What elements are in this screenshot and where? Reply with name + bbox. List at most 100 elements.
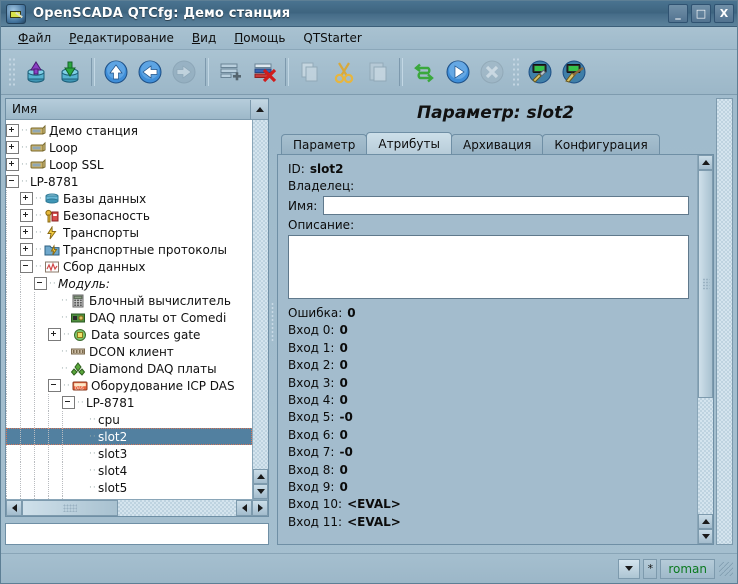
tree-collapse-icon[interactable] — [62, 396, 75, 409]
tab-parameter[interactable]: Параметр — [281, 134, 367, 154]
add-node-button[interactable] — [215, 57, 245, 87]
status-dropdown-button[interactable] — [618, 559, 640, 579]
tree-scroll-up-button[interactable] — [253, 469, 268, 484]
tree-expand-icon[interactable] — [20, 192, 33, 205]
attribute-value[interactable]: 0 — [339, 341, 347, 355]
attribute-value[interactable]: 0 — [347, 306, 355, 320]
tree-collapse-icon[interactable] — [20, 260, 33, 273]
tree-view[interactable]: ··Демо станция··Loop··Loop SSL··LP-8781·… — [6, 120, 252, 499]
menu-qtstarter[interactable]: QTStarter — [294, 29, 370, 47]
tree-expand-icon[interactable] — [6, 141, 19, 154]
tree-node[interactable]: ··Демо станция — [6, 122, 252, 139]
attribute-value[interactable]: <EVAL> — [347, 497, 401, 511]
tree-node[interactable]: ··DCON клиент — [6, 343, 252, 360]
toolbar-grip[interactable] — [8, 57, 16, 87]
tree-node[interactable]: ··Data sources gate — [6, 326, 252, 343]
copy-button[interactable] — [295, 57, 325, 87]
tab-configuration[interactable]: Конфигурация — [542, 134, 659, 154]
up-button[interactable] — [101, 57, 131, 87]
back-button[interactable] — [135, 57, 165, 87]
attribute-value[interactable]: 0 — [339, 393, 347, 407]
tree-node[interactable]: ··slot2 — [6, 428, 252, 445]
start-button[interactable] — [443, 57, 473, 87]
vision-tool-button[interactable] — [559, 57, 589, 87]
tree-scroll-down-button[interactable] — [253, 484, 268, 499]
tree-scroll-left-button-2[interactable] — [236, 500, 252, 516]
toolbar-grip[interactable] — [512, 57, 520, 87]
tree-node[interactable]: ··Транспортные протоколы — [6, 241, 252, 258]
tree-scroll-left-button[interactable] — [6, 500, 22, 516]
tree-node[interactable]: ··LP-8781 — [6, 394, 252, 411]
tree-node[interactable]: ··Diamond DAQ платы — [6, 360, 252, 377]
window-resize-grip[interactable] — [719, 562, 733, 576]
minimize-button[interactable]: _ — [668, 4, 688, 23]
attribute-value[interactable]: 0 — [339, 376, 347, 390]
tab-archiving[interactable]: Архивация — [451, 134, 543, 154]
tree-filter-input[interactable] — [5, 523, 269, 545]
form-vertical-scrollbar[interactable] — [697, 155, 713, 544]
tree-node[interactable]: ··Блочный вычислитель — [6, 292, 252, 309]
window-vertical-scrollbar[interactable] — [716, 98, 733, 545]
pane-splitter[interactable] — [269, 98, 275, 545]
attribute-value[interactable]: -0 — [339, 410, 352, 424]
forward-button[interactable] — [169, 57, 199, 87]
tree-collapse-icon[interactable] — [34, 277, 47, 290]
attribute-value[interactable]: 0 — [339, 480, 347, 494]
tree-node[interactable]: ··Транспорты — [6, 224, 252, 241]
save-to-db-button[interactable] — [55, 57, 85, 87]
menu-edit[interactable]: Редактирование — [60, 29, 183, 47]
name-input[interactable] — [323, 196, 689, 215]
attribute-value[interactable]: 0 — [339, 323, 347, 337]
attribute-value[interactable]: -0 — [339, 445, 352, 459]
menu-file[interactable]: Файл — [9, 29, 60, 47]
tree-node[interactable]: ··Loop SSL — [6, 156, 252, 173]
tree-node[interactable]: ··Базы данных — [6, 190, 252, 207]
tree-horizontal-scrollbar[interactable] — [6, 499, 268, 516]
tree-expand-icon[interactable] — [6, 124, 19, 137]
tree-column-name[interactable]: Имя — [6, 102, 250, 116]
tree-expand-icon[interactable] — [20, 243, 33, 256]
stop-button[interactable] — [477, 57, 507, 87]
tree-node[interactable]: ··slot5 — [6, 479, 252, 496]
paste-button[interactable] — [363, 57, 393, 87]
tree-expand-icon[interactable] — [48, 328, 61, 341]
form-scroll-down-button[interactable] — [698, 529, 713, 544]
attribute-value[interactable]: 0 — [339, 358, 347, 372]
tree-node[interactable]: ··slot3 — [6, 445, 252, 462]
tree-node[interactable]: ··cpu — [6, 411, 252, 428]
tree-expand-icon[interactable] — [20, 209, 33, 222]
tree-node[interactable]: ··DAQ платы от Comedi — [6, 309, 252, 326]
tree-scroll-right-button[interactable] — [252, 500, 268, 516]
tree-node[interactable]: ··DASОборудование ICP DAS — [6, 377, 252, 394]
tree-hscroll-thumb[interactable] — [22, 500, 118, 516]
delete-node-button[interactable] — [249, 57, 279, 87]
close-button[interactable]: X — [714, 4, 734, 23]
form-scroll-up-button[interactable] — [698, 155, 713, 170]
menu-view[interactable]: Вид — [183, 29, 225, 47]
form-vscroll-thumb[interactable] — [698, 170, 713, 398]
load-from-db-button[interactable] — [21, 57, 51, 87]
tree-node[interactable]: ··Loop — [6, 139, 252, 156]
current-user-label[interactable]: roman — [660, 559, 715, 579]
qtcfg-tool-button[interactable] — [525, 57, 555, 87]
tree-expand-icon[interactable] — [6, 158, 19, 171]
cut-button[interactable] — [329, 57, 359, 87]
maximize-button[interactable]: □ — [691, 4, 711, 23]
tree-node[interactable]: ··slot4 — [6, 462, 252, 479]
tree-node[interactable]: ··LP-8781 — [6, 173, 252, 190]
tree-node[interactable]: ··Безопасность — [6, 207, 252, 224]
description-textarea[interactable] — [288, 235, 689, 299]
tree-node[interactable]: ··Модуль: — [6, 275, 252, 292]
form-scroll-up-button-2[interactable] — [698, 514, 713, 529]
attribute-value[interactable]: <EVAL> — [347, 515, 401, 529]
attribute-value[interactable]: 0 — [339, 428, 347, 442]
tree-collapse-icon[interactable] — [6, 175, 19, 188]
tree-header-scroll-up-button[interactable] — [250, 100, 268, 119]
menu-help[interactable]: Помощь — [225, 29, 294, 47]
tree-vertical-scrollbar[interactable] — [252, 120, 268, 499]
tab-attributes[interactable]: Атрибуты — [366, 132, 452, 154]
tree-node[interactable]: ··slot6 — [6, 496, 252, 499]
tree-expand-icon[interactable] — [20, 226, 33, 239]
attribute-value[interactable]: 0 — [339, 463, 347, 477]
tree-node[interactable]: ··Сбор данных — [6, 258, 252, 275]
